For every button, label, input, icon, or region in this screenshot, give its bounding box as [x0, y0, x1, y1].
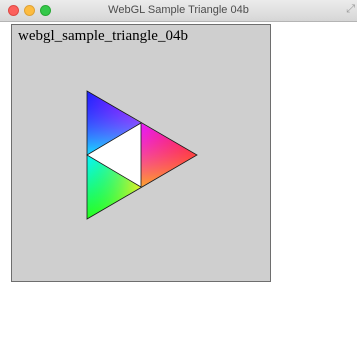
window-titlebar: WebGL Sample Triangle 04b ⤢ — [0, 0, 357, 22]
triangle-graphic — [86, 90, 198, 220]
page-content: webgl_sample_triangle_04b — [0, 22, 357, 347]
fullscreen-icon[interactable]: ⤢ — [346, 3, 355, 16]
webgl-canvas[interactable]: webgl_sample_triangle_04b — [11, 24, 271, 282]
triangle-right — [141, 123, 197, 187]
window-title: WebGL Sample Triangle 04b — [108, 4, 249, 16]
